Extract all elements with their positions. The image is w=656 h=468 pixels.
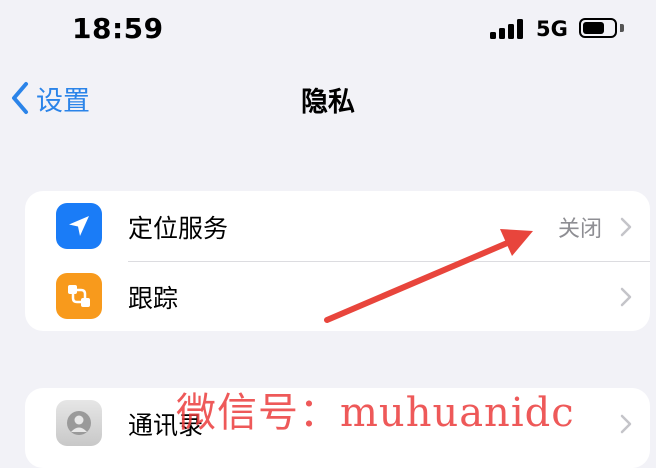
page-title: 隐私 [301, 87, 355, 118]
row-value: 关闭 [557, 217, 602, 242]
chevron-right-icon [620, 217, 632, 237]
row-location-services[interactable]: 定位服务 关闭 [25, 191, 650, 262]
status-bar: 18:59 5G [0, 0, 656, 58]
battery-level [583, 22, 604, 34]
battery-cap [620, 24, 624, 32]
settings-group-location: 定位服务 关闭 跟踪 [25, 191, 650, 331]
location-arrow-icon [56, 203, 102, 249]
row-label: 通讯录 [128, 411, 204, 440]
tracking-icon [56, 273, 102, 319]
row-tracking[interactable]: 跟踪 [25, 261, 650, 331]
cellular-signal-icon [490, 19, 524, 39]
network-type: 5G [536, 17, 568, 41]
chevron-right-icon [620, 414, 632, 434]
settings-group-contacts: 通讯录 [25, 388, 650, 468]
chevron-right-icon [620, 287, 632, 307]
contacts-icon [56, 400, 102, 446]
battery-icon [579, 18, 617, 38]
row-label: 定位服务 [128, 214, 229, 243]
row-label: 跟踪 [128, 284, 179, 313]
status-time: 18:59 [72, 12, 164, 45]
